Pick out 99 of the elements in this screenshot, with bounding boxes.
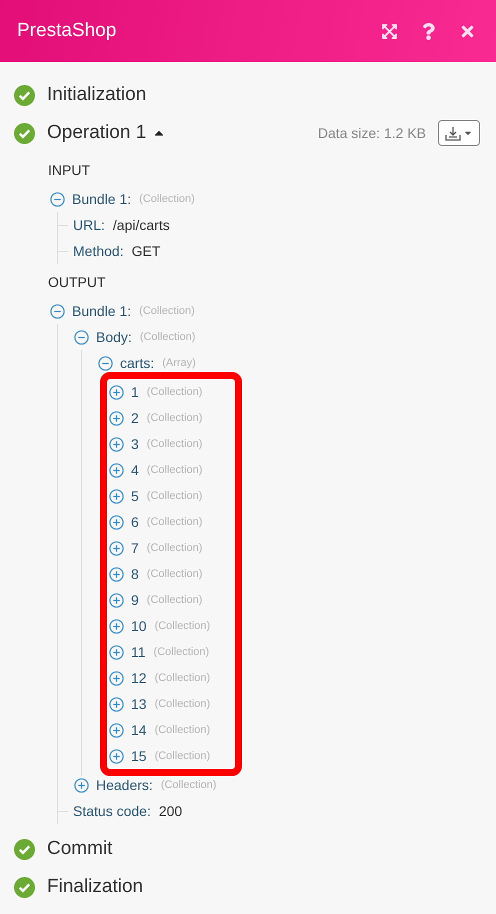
step-label[interactable]: Finalization [47, 876, 144, 898]
node-label: carts: [120, 355, 154, 371]
tree-toggle[interactable] [109, 436, 124, 452]
expand-icon [109, 592, 124, 608]
data-size: Data size: 1.2 KB [318, 125, 426, 141]
tree-toggle[interactable] [109, 488, 124, 504]
node-type: (Collection) [139, 193, 195, 205]
tree-toggle[interactable] [109, 722, 124, 738]
node-type: (Collection) [146, 412, 202, 424]
tree-toggle[interactable] [74, 330, 89, 344]
node-label: 13 [131, 696, 147, 712]
tree-toggle[interactable] [109, 748, 124, 764]
node-type: (Collection) [154, 724, 210, 736]
node-type: (Collection) [154, 750, 210, 762]
expand-icon [109, 410, 124, 426]
tree-toggle[interactable] [109, 540, 124, 556]
window-title: PrestaShop [17, 20, 116, 42]
node-label: 12 [131, 670, 147, 686]
node-label: 6 [131, 514, 139, 530]
node-type: (Collection) [139, 305, 195, 317]
expand-icon [109, 618, 124, 634]
collapse-icon [98, 356, 113, 370]
node-label: Headers: [96, 777, 153, 793]
field-value: GET [132, 243, 160, 259]
tree-toggle[interactable] [109, 670, 124, 686]
node-label: 8 [131, 566, 139, 582]
section-title: OUTPUT [48, 274, 107, 290]
collapse-icon [50, 304, 65, 318]
node-type: (Collection) [146, 594, 202, 606]
close-icon[interactable] [459, 22, 476, 40]
tree-toggle[interactable] [109, 410, 124, 426]
download-button[interactable] [438, 120, 480, 146]
tree-toggle[interactable] [74, 778, 89, 792]
tree-toggle[interactable] [50, 304, 65, 318]
node-label: 10 [131, 618, 147, 634]
field-value: /api/carts [112, 217, 170, 233]
node-label: Bundle 1: [72, 191, 132, 207]
node-type: (Collection) [154, 672, 210, 684]
node-label: 14 [131, 722, 147, 738]
tree-toggle[interactable] [109, 384, 124, 400]
node-type: (Collection) [154, 698, 210, 710]
tree-toggle[interactable] [50, 192, 65, 206]
node-type: (Array) [162, 357, 196, 369]
tree-toggle[interactable] [109, 592, 124, 608]
collapse-icon [74, 330, 89, 344]
expand-icon [109, 488, 124, 504]
node-label: 11 [131, 644, 146, 660]
node-type: (Collection) [146, 516, 202, 528]
node-label: 4 [131, 462, 139, 478]
node-type: (Collection) [140, 331, 196, 343]
expand-icon [109, 384, 124, 400]
tree-toggle[interactable] [109, 696, 124, 712]
node-type: (Collection) [146, 438, 202, 450]
help-icon[interactable] [420, 22, 437, 40]
expand-icon [109, 514, 124, 530]
expand-icon [109, 436, 124, 452]
fullscreen-icon[interactable] [381, 22, 398, 40]
node-label: 7 [131, 540, 139, 556]
tree-toggle[interactable] [109, 514, 124, 530]
node-label: 2 [131, 410, 139, 426]
expand-icon [109, 566, 124, 582]
node-type: (Collection) [146, 464, 202, 476]
expand-icon [74, 778, 89, 792]
node-type: (Collection) [154, 646, 210, 658]
node-type: (Collection) [154, 620, 210, 632]
node-type: (Collection) [160, 779, 216, 791]
download-icon [445, 126, 461, 140]
node-type: (Collection) [146, 490, 202, 502]
tree-toggle[interactable] [109, 618, 124, 634]
expand-icon [109, 462, 124, 478]
field-label: Method: [73, 243, 124, 259]
step-label[interactable]: Commit [47, 838, 112, 860]
section-title: INPUT [48, 162, 91, 178]
collapse-icon [50, 192, 65, 206]
step-label[interactable]: Initialization [47, 84, 146, 106]
tree-toggle[interactable] [109, 462, 124, 478]
expand-icon [109, 644, 124, 660]
node-type: (Collection) [146, 568, 202, 580]
node-label: 9 [131, 592, 139, 608]
tree-toggle[interactable] [109, 644, 124, 660]
node-type: (Collection) [146, 542, 202, 554]
node-label: 1 [131, 384, 139, 400]
expand-icon [109, 670, 124, 686]
node-label: 15 [131, 748, 147, 764]
node-label: Body: [96, 329, 132, 345]
node-label: 5 [131, 488, 139, 504]
field-label: Status code: [73, 803, 151, 819]
node-label: Bundle 1: [72, 303, 132, 319]
node-label: 3 [131, 436, 139, 452]
field-label: URL: [73, 217, 105, 233]
expand-icon [109, 696, 124, 712]
tree-toggle[interactable] [98, 356, 113, 370]
tree-toggle[interactable] [109, 566, 124, 582]
field-value: 200 [158, 803, 182, 819]
expand-icon [109, 722, 124, 738]
node-type: (Collection) [146, 386, 202, 398]
step-label[interactable]: Operation 1 [47, 122, 146, 144]
expand-icon [109, 540, 124, 556]
expand-icon [109, 748, 124, 764]
